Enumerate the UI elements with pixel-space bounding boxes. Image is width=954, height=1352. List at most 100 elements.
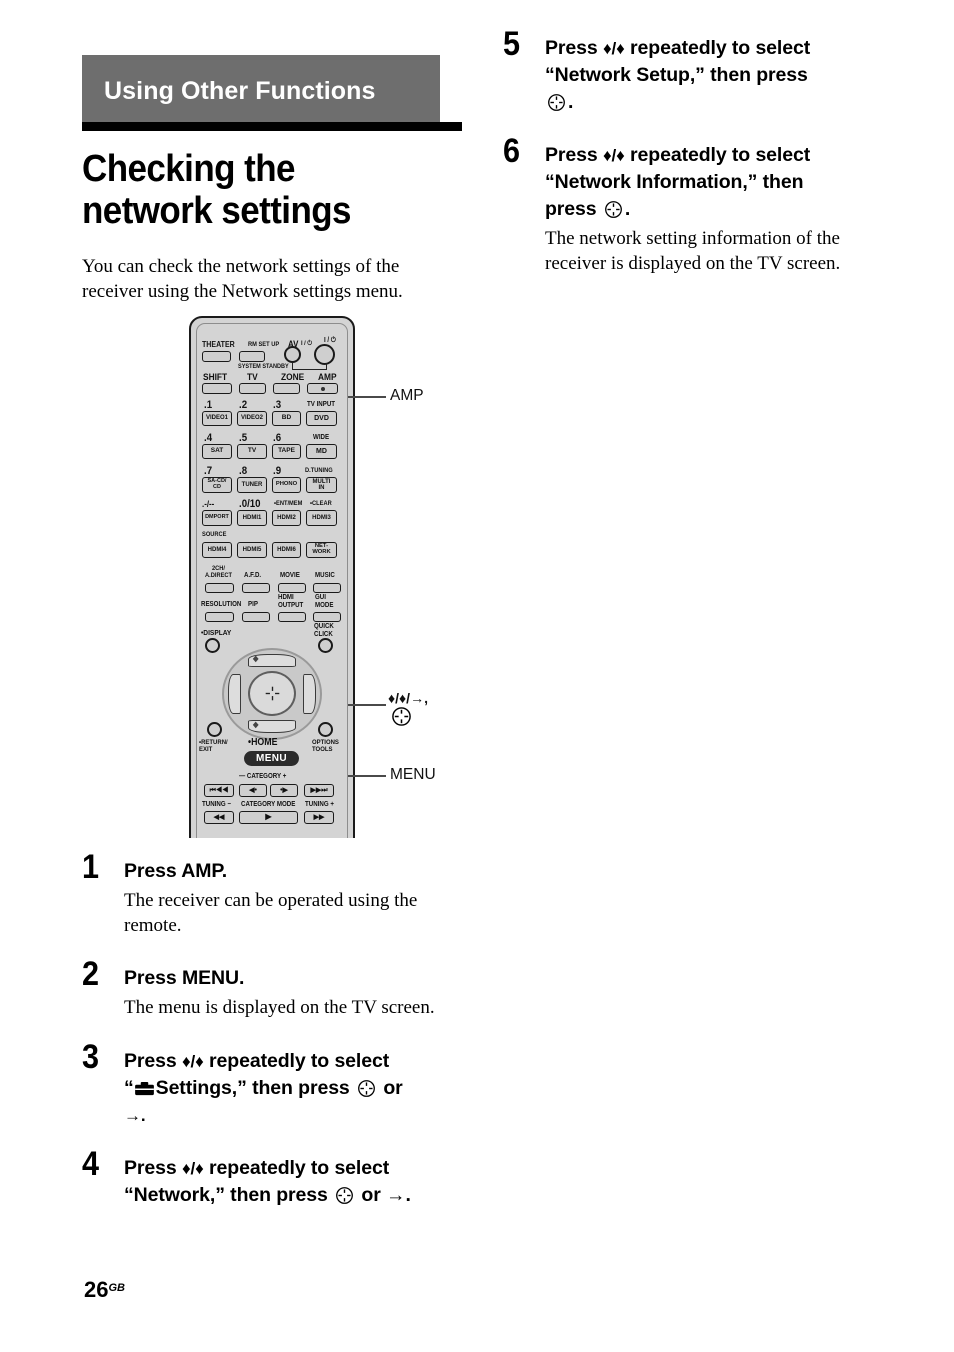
leader-line-menu	[348, 775, 386, 777]
nav-down-arrow-icon: ◆	[253, 720, 259, 729]
phono-button[interactable]: PHONO	[272, 477, 301, 493]
next-track-button[interactable]: ▶▶⏭	[304, 784, 334, 797]
step-4-text-d: or →.	[356, 1184, 411, 1206]
label-tv-input: TV INPUT	[307, 401, 336, 408]
tuner-button[interactable]: TUNER	[237, 477, 267, 493]
dvd-button[interactable]: DVD	[306, 411, 337, 426]
step-5-text-c: “Network Setup,” then press	[545, 64, 808, 86]
step-1-body: The receiver can be operated using the r…	[124, 890, 418, 936]
sacd-cd-button[interactable]: SA-CD/ CD	[202, 477, 232, 493]
music-button[interactable]	[313, 583, 341, 593]
shift-button[interactable]	[202, 383, 232, 394]
hdmi4-button[interactable]: HDMI4	[202, 542, 232, 558]
step-3-text-d: or	[378, 1077, 403, 1099]
step-5-period: .	[568, 91, 574, 113]
network-button[interactable]: NET- WORK	[306, 542, 337, 558]
label-resolution: RESOLUTION	[201, 601, 242, 608]
gui-mode-button[interactable]	[313, 612, 341, 622]
step-4-text-a: Press	[124, 1157, 182, 1179]
label-afd: A.F.D.	[244, 572, 262, 579]
step-4-heading: Press ♦/♦ repeatedly to select “Network,…	[124, 1155, 472, 1209]
hdmi-output-button[interactable]	[278, 612, 306, 622]
resolution-button[interactable]	[205, 612, 234, 622]
step-6-number: 6	[503, 132, 521, 170]
category-down-button[interactable]: ◀•	[239, 784, 267, 797]
step-2-number: 2	[82, 955, 100, 993]
step-1-number: 1	[82, 848, 100, 886]
multi-in-button[interactable]: MULTI IN	[306, 477, 337, 493]
label-num-5: .5	[239, 432, 248, 444]
amp-indicator-dot	[320, 386, 325, 391]
2ch-adirect-button[interactable]	[205, 583, 234, 593]
rm-setup-button[interactable]	[239, 351, 265, 362]
amp-button[interactable]	[307, 383, 338, 394]
dmport-button[interactable]: DMPORT	[202, 510, 232, 526]
display-button[interactable]	[205, 638, 220, 653]
nav-up-arrow-icon: ◆	[253, 654, 259, 663]
step-5: 5 Press ♦/♦ repeatedly to select “Networ…	[503, 27, 883, 116]
play-button[interactable]: ▶	[239, 811, 298, 824]
theater-button[interactable]	[202, 351, 231, 362]
intro-paragraph: You can check the network settings of th…	[82, 256, 403, 302]
step-5-text-b: repeatedly to select	[624, 37, 811, 59]
steps-left: 1 Press AMP. The receiver can be operate…	[82, 850, 472, 1209]
remote-control-figure: THEATER RM SET UP AV I / ⏻ I / ⏻ SYSTEM …	[189, 316, 359, 838]
home-menu-button[interactable]: MENU	[244, 751, 299, 766]
label-tv-mode: TV	[247, 372, 258, 383]
hdmi2-button[interactable]: HDMI2	[272, 510, 301, 526]
step-3-quote-open: “	[124, 1077, 134, 1099]
label-tuning-plus: TUNING +	[305, 801, 334, 808]
movie-button[interactable]	[278, 583, 306, 593]
step-4-number: 4	[82, 1145, 100, 1183]
amp-power-button[interactable]	[314, 344, 335, 365]
step-6-arrows: ♦/♦	[602, 146, 625, 165]
label-home: •HOME	[248, 737, 278, 748]
label-display: •DISPLAY	[201, 628, 232, 637]
label-shift: SHIFT	[203, 372, 228, 383]
step-5-number: 5	[503, 25, 521, 63]
zone-button[interactable]	[273, 383, 300, 394]
rewind-button[interactable]: ◀◀	[204, 811, 234, 824]
remote-body: THEATER RM SET UP AV I / ⏻ I / ⏻ SYSTEM …	[189, 316, 355, 838]
options-tools-button[interactable]	[318, 722, 333, 737]
av-power-button[interactable]	[284, 346, 301, 363]
label-num-8: .8	[239, 465, 248, 477]
label-options-tools: OPTIONS TOOLS	[312, 739, 339, 754]
bd-button[interactable]: BD	[272, 411, 301, 426]
video1-button[interactable]: VIDEO1	[202, 411, 232, 426]
afd-button[interactable]	[242, 583, 270, 593]
pip-button[interactable]	[242, 612, 270, 622]
step-2: 2 Press MENU. The menu is displayed on t…	[82, 957, 472, 1020]
step-6-enter-icon	[604, 200, 623, 219]
nav-left-button[interactable]	[228, 674, 241, 714]
enter-button[interactable]	[248, 671, 296, 716]
step-6-text-b: repeatedly to select	[624, 144, 811, 166]
sat-button[interactable]: SAT	[202, 444, 232, 459]
step-5-heading: Press ♦/♦ repeatedly to select “Network …	[545, 35, 883, 116]
hdmi5-button[interactable]: HDMI5	[237, 542, 267, 558]
tv-mode-button[interactable]	[239, 383, 266, 394]
callout-nav-arrows: ♦/♦/→,	[388, 690, 428, 706]
label-2ch-adirect: 2CH/ A.DIRECT	[205, 565, 233, 580]
quick-click-button[interactable]	[318, 638, 333, 653]
return-exit-button[interactable]	[207, 722, 222, 737]
tape-button[interactable]: TAPE	[272, 444, 301, 459]
hdmi1-button[interactable]: HDMI1	[237, 510, 267, 526]
fast-forward-button[interactable]: ▶▶	[304, 811, 334, 824]
hdmi6-button[interactable]: HDMI6	[272, 542, 301, 558]
category-up-button[interactable]: •▶	[270, 784, 298, 797]
video2-button[interactable]: VIDEO2	[237, 411, 267, 426]
hdmi3-button[interactable]: HDMI3	[306, 510, 337, 526]
nav-right-button[interactable]	[303, 674, 316, 714]
step-3-number: 3	[82, 1038, 100, 1076]
label-theater: THEATER	[202, 340, 235, 349]
page-title: Checking the network settings	[82, 148, 352, 232]
label-num-0-10: .0/10	[239, 498, 261, 510]
md-button[interactable]: MD	[306, 444, 337, 459]
label-amp: AMP	[318, 372, 337, 383]
tv-input-button[interactable]: TV	[237, 444, 267, 459]
label-num-3: .3	[273, 399, 282, 411]
label-system-standby: SYSTEM STANDBY	[238, 363, 289, 370]
step-4-arrows: ♦/♦	[181, 1159, 204, 1178]
prev-track-button[interactable]: ⏮◀◀	[204, 784, 234, 797]
